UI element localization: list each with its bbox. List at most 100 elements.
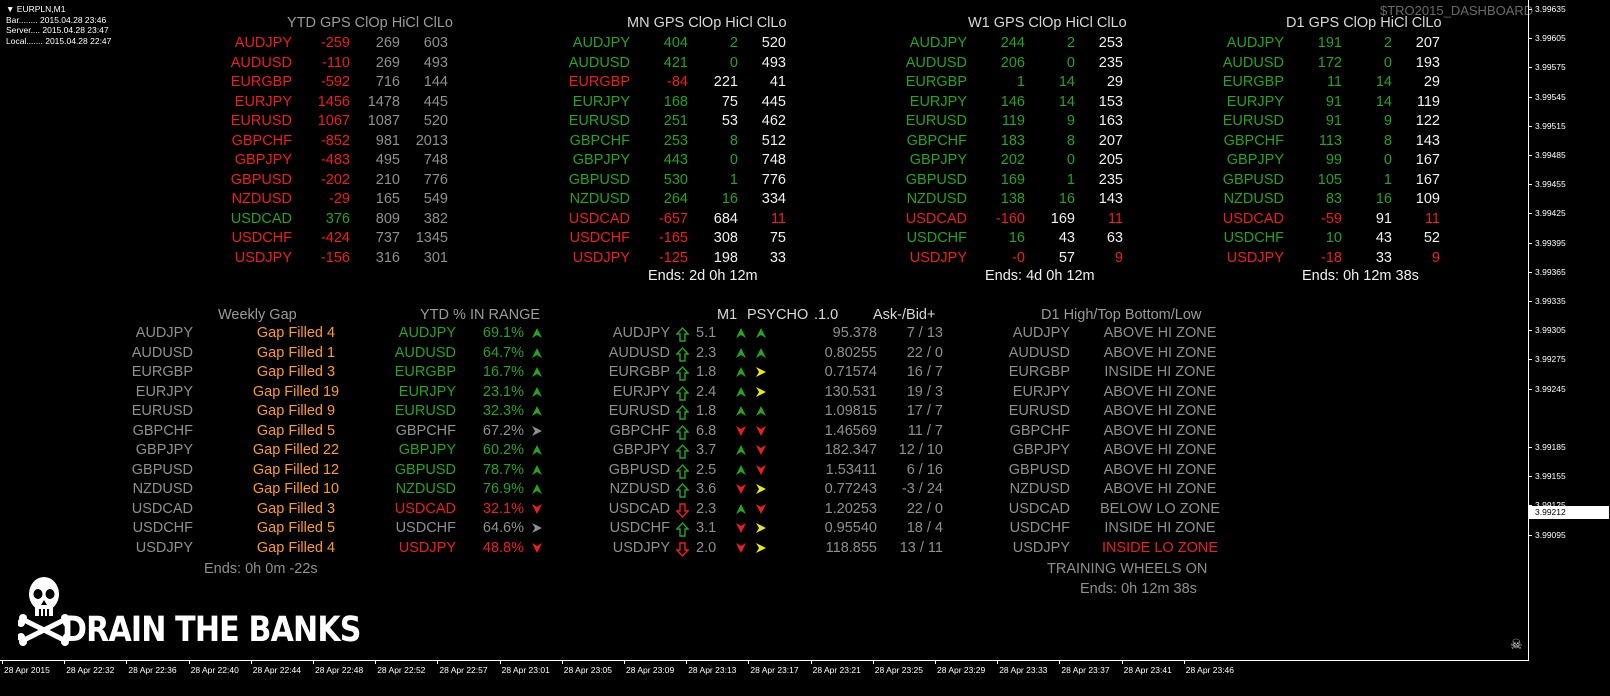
gps-symbol: GBPUSD [1222,171,1284,188]
weekly-gap-symbol: EURJPY [135,383,193,400]
gps-value: -125 [658,249,688,266]
psycho-symbol: GBPUSD [608,461,670,478]
price-tick [1528,38,1532,40]
gps-clop: 0 [1066,54,1075,71]
gps-value: -424 [320,230,350,246]
gps-clop: 0 [729,152,738,168]
price-label: 3.99485 [1535,150,1566,160]
d1-zone-status: ABOVE HI ZONE [1103,403,1217,419]
gps-value: -110 [322,54,350,71]
gps-clop: 716 [375,74,400,90]
gps-hicl-cllo: 52 [1423,230,1440,246]
time-tick [2,660,3,664]
gps-hicl-cllo: 9 [1114,249,1123,266]
gps-symbol: GBPCHF [1223,132,1284,149]
psycho-arrow-1-icon [734,463,748,482]
gps-symbol: GBPCHF [569,132,630,149]
up-outline-arrow-icon [675,521,690,542]
psycho-price: 182.347 [824,442,877,458]
psycho-arrow-1-icon [734,424,748,443]
psycho-ask-bid: 22 / 0 [906,500,943,517]
time-label: 28 Apr 23:05 [563,665,613,675]
psycho-value: 6.8 [696,422,717,439]
psycho-askbid-title: Ask-/Bid+ [873,307,936,323]
gps-hicl-cllo: 207 [1098,132,1123,149]
time-tick [810,660,812,664]
gps-hicl-cllo: 1345 [415,230,448,246]
psycho-arrow-2-icon [754,326,768,345]
psycho-ask-bid: 11 / 7 [907,422,943,439]
psycho-arrow-1-icon [734,443,748,462]
gps-clop: 737 [375,230,400,246]
symbol-title[interactable]: ▼ EURPLN,M1 [6,4,111,15]
server-time-label: Server.... 2015.04.28 23:47 [6,25,109,35]
d1-zone-symbol: GBPJPY [1012,442,1070,458]
psycho-value: 2.4 [696,383,717,400]
gps-hicl-cllo: 301 [423,249,448,266]
trend-arrow-icon [530,541,544,560]
time-label: 28 Apr 22:44 [252,665,302,675]
psycho-price: 0.71574 [824,364,877,380]
time-tick [561,660,563,664]
gps-symbol: AUDUSD [230,54,292,71]
price-tick [1528,447,1532,448]
price-tick [1528,155,1532,156]
trend-arrow-icon [530,463,544,482]
gps-hicl-cllo: 143 [1098,191,1123,207]
gps-value: 404 [663,35,688,51]
gps-clop: 33 [1375,249,1392,266]
price-label: 3.99275 [1535,354,1566,365]
psycho-price: 1.09815 [824,403,877,419]
psycho-arrow-2-icon [754,482,768,501]
up-outline-arrow-icon [675,443,690,464]
gps-value: 443 [663,152,688,168]
gps-hicl-cllo: 748 [423,152,448,168]
time-label: 28 Apr 22:36 [128,665,177,675]
time-tick [375,660,377,664]
time-label: 28 Apr 22:40 [190,665,239,675]
gps-hicl-cllo: 512 [761,132,786,149]
gps-clop: 8 [1383,132,1392,149]
gps-clop: 2 [1066,35,1075,51]
psycho-arrow-2-icon [754,385,768,404]
time-label: 28 Apr 23:13 [688,665,737,675]
drain-the-banks-logo-text: DRAIN THE BANKS [62,610,361,650]
price-label: 3.99245 [1535,383,1566,394]
d1-zone-status: INSIDE HI ZONE [1104,364,1216,380]
d1-zone-symbol: EURGBP [1008,364,1070,380]
trend-arrow-icon [530,365,544,384]
psycho-price: 1.53411 [825,461,877,478]
price-tick [1528,184,1532,186]
dropdown-triangle-icon[interactable]: ▼ [6,4,14,14]
gps-clop: 16 [721,191,738,207]
ytd-range-percent: 48.8% [482,539,524,556]
weekly-gap-value: Gap Filled 9 [256,403,336,419]
up-outline-arrow-icon [675,463,690,484]
gps-clop: 14 [1375,93,1392,110]
ytd-range-symbol: GBPUSD [394,461,456,478]
gps-symbol: GBPCHF [231,132,292,149]
psycho-ask-bid: 13 / 11 [899,539,943,556]
gps-value: -156 [320,249,350,266]
gps-hicl-cllo: 748 [761,152,786,168]
gps-hicl-cllo: 253 [1098,35,1123,51]
gps-hicl-cllo: 205 [1098,152,1123,168]
time-label: 28 Apr 23:41 [1123,665,1172,675]
psycho-price: 95.378 [832,325,877,341]
time-label: 28 Apr 22:32 [66,665,115,675]
weekly-gap-value: Gap Filled 4 [256,325,336,341]
ytd-range-symbol: USDCHF [395,520,456,536]
time-tick [64,660,66,664]
weekly-gap-value: Gap Filled 5 [256,422,336,439]
gps-hicl-cllo: 63 [1106,230,1123,246]
price-tick [1528,96,1532,98]
psycho-arrow-2-icon [754,502,768,521]
gps-clop: 269 [375,35,400,51]
gps-value: 172 [1317,54,1342,71]
gps-clop: 0 [1383,54,1392,71]
weekly-gap-value: Gap Filled 1 [256,344,336,361]
price-label: 3.99455 [1535,179,1566,190]
time-label: 28 Apr 22:48 [315,665,364,675]
price-tick [1528,301,1532,302]
gps-clop: 495 [375,152,400,168]
